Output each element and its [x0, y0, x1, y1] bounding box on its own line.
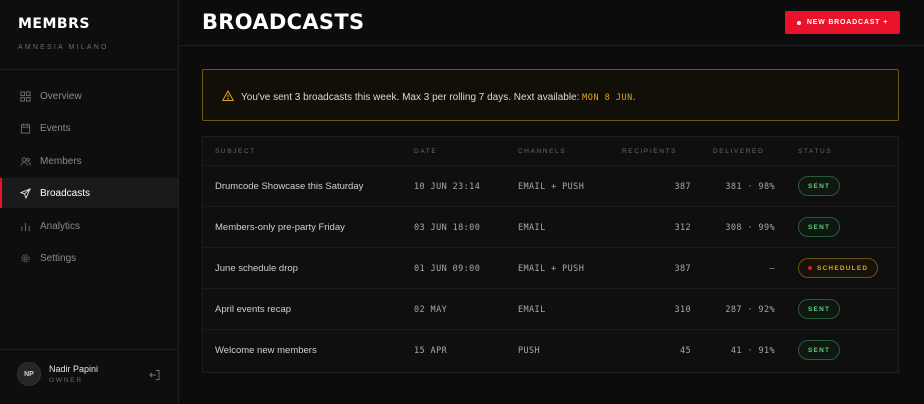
channels: EMAIL + PUSH [518, 182, 585, 192]
table-row[interactable]: June schedule drop 01 JUN 09:00 EMAIL + … [203, 248, 898, 289]
send-icon [19, 187, 31, 199]
grid-icon [19, 90, 31, 102]
table-header: SUBJECT DATE CHANNELS RECIPIENTS DELIVER… [203, 137, 898, 166]
sidebar: MEMBRS AMNESIA MILANO Overview Events Me… [0, 0, 179, 404]
user-name: Nadir Papini [49, 364, 99, 374]
recipients: 310 [674, 305, 691, 315]
avatar[interactable]: NP [17, 362, 41, 386]
bar-chart-icon [19, 220, 31, 232]
alert-message: You've sent 3 broadcasts this week. Max … [241, 90, 661, 106]
recipients: 387 [674, 182, 691, 192]
dot-icon [796, 20, 801, 25]
recipients: 312 [674, 223, 691, 233]
status-badge: SENT [798, 299, 841, 319]
warning-icon [221, 89, 235, 101]
nav-label: Events [40, 122, 71, 134]
date: 10 JUN 23:14 [414, 182, 481, 192]
subject: Drumcode Showcase this Saturday [215, 181, 364, 192]
date: 03 JUN 18:00 [414, 223, 481, 233]
column-header: DATE [414, 148, 438, 155]
subject: April events recap [215, 304, 292, 315]
column-header: SUBJECT [215, 148, 256, 155]
column-header: STATUS [798, 148, 833, 155]
brand-logo[interactable]: MEMBRS [18, 16, 90, 32]
venue-name: AMNESIA MILANO [18, 44, 109, 51]
date: 01 JUN 09:00 [414, 264, 481, 274]
divider [179, 45, 924, 46]
new-broadcast-label: NEW BROADCAST [806, 19, 881, 26]
column-header: DELIVERED [713, 148, 765, 155]
users-icon [19, 155, 31, 167]
delivered: 308 · 99% [725, 223, 775, 233]
scheduled-dot-icon [808, 266, 812, 270]
subject: Welcome new members [215, 345, 317, 356]
nav-settings[interactable]: Settings [0, 243, 178, 273]
status-label: SCHEDULED [817, 264, 869, 272]
recipients: 387 [674, 264, 691, 274]
table-row[interactable]: Members-only pre-party Friday 03 JUN 18:… [203, 207, 898, 248]
alert-suffix: . [632, 92, 636, 103]
main-content: BROADCASTS NEW BROADCAST + You've sent 3… [179, 0, 924, 404]
nav-analytics[interactable]: Analytics [0, 211, 178, 241]
nav-overview[interactable]: Overview [0, 81, 178, 111]
subject: Members-only pre-party Friday [215, 222, 345, 233]
channels: EMAIL [518, 223, 546, 233]
page-title: BROADCASTS [202, 10, 365, 34]
logout-icon[interactable] [149, 368, 161, 380]
channels: EMAIL + PUSH [518, 264, 585, 274]
nav-label: Settings [40, 252, 77, 264]
rate-limit-alert: You've sent 3 broadcasts this week. Max … [202, 69, 899, 121]
divider [0, 69, 178, 70]
plus-icon: + [883, 19, 889, 26]
column-header: CHANNELS [518, 148, 567, 155]
table-row[interactable]: April events recap 02 MAY EMAIL 310 287 … [203, 289, 898, 330]
user-role: OWNER [49, 377, 83, 384]
date: 02 MAY [414, 305, 448, 315]
broadcasts-table: SUBJECT DATE CHANNELS RECIPIENTS DELIVER… [202, 136, 899, 373]
nav-label: Overview [40, 90, 82, 102]
nav-members[interactable]: Members [0, 146, 178, 176]
status-badge: SENT [798, 176, 841, 196]
calendar-icon [19, 122, 31, 134]
subject: June schedule drop [215, 263, 298, 274]
channels: EMAIL [518, 305, 546, 315]
status-badge: SENT [798, 340, 841, 360]
gear-icon [19, 252, 31, 264]
column-header: RECIPIENTS [622, 148, 678, 155]
recipients: 45 [679, 346, 691, 356]
delivered: — [769, 264, 775, 274]
channels: PUSH [518, 346, 541, 356]
delivered: 287 · 92% [725, 305, 775, 315]
status-badge: SENT [798, 217, 841, 237]
delivered: 381 · 98% [725, 182, 775, 192]
nav-events[interactable]: Events [0, 113, 178, 143]
date: 15 APR [414, 346, 448, 356]
next-available-date: MON 8 JUN [582, 93, 633, 103]
new-broadcast-button[interactable]: NEW BROADCAST + [785, 11, 900, 34]
table-row[interactable]: Drumcode Showcase this Saturday 10 JUN 2… [203, 166, 898, 207]
nav-label: Analytics [40, 220, 81, 232]
divider [0, 349, 178, 350]
table-row[interactable]: Welcome new members 15 APR PUSH 45 41 · … [203, 330, 898, 371]
alert-text: You've sent 3 broadcasts this week. Max … [241, 92, 583, 103]
nav-label: Broadcasts [40, 187, 91, 199]
nav-broadcasts[interactable]: Broadcasts [0, 178, 178, 208]
nav-label: Members [40, 155, 82, 167]
delivered: 41 · 91% [730, 346, 775, 356]
status-badge: SCHEDULED [798, 258, 879, 278]
